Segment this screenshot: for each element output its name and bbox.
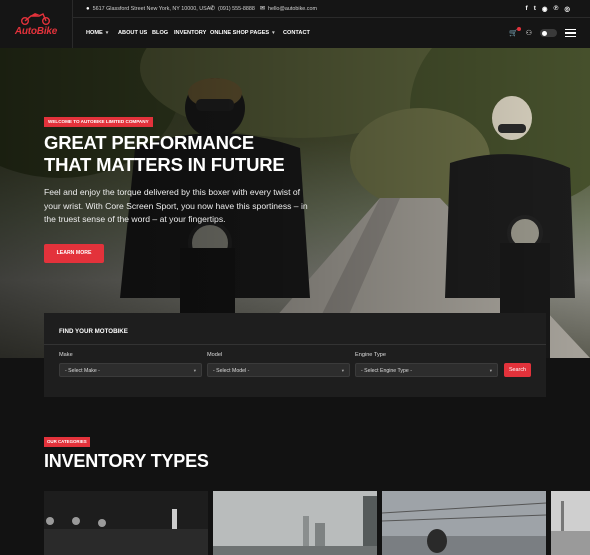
category-image [44, 491, 208, 555]
hero-badge: Welcome to AutoBike Limited Company [44, 117, 153, 127]
cart-badge [516, 27, 521, 31]
search-button[interactable]: Search [504, 363, 531, 377]
nav-label: Contact [283, 30, 310, 36]
engine-type-select-value: - Select Engine Type - [361, 368, 412, 374]
hero-title: Great Performance That Matters in Future [44, 132, 285, 175]
main-nav: Home ▾ About Us Blog Inventory Online Sh… [72, 18, 590, 48]
nav-item-about-us[interactable]: About Us [118, 18, 147, 48]
phone-info[interactable]: ✆ (091) 555-8888 [210, 0, 255, 17]
toggle-knob [542, 30, 547, 36]
chevron-down-icon: ▾ [341, 368, 344, 373]
nav-item-home[interactable]: Home ▾ [86, 18, 108, 48]
category-card[interactable] [551, 491, 590, 555]
motorbike-logo-icon [20, 13, 51, 25]
category-card[interactable] [213, 491, 377, 555]
make-select-value: - Select Make - [65, 368, 100, 374]
email-text: hello@autobike.com [268, 5, 317, 12]
engine-type-label: Engine Type [355, 352, 386, 358]
facebook-icon[interactable]: f [526, 5, 528, 12]
pinterest-icon[interactable]: ℗ [554, 5, 559, 12]
learn-more-button[interactable]: Learn More [44, 244, 104, 263]
nav-item-contact[interactable]: Contact [283, 18, 310, 48]
category-image [213, 491, 377, 555]
category-card[interactable] [44, 491, 208, 555]
chevron-down-icon: ▾ [489, 368, 492, 373]
categories-title: Inventory Types [44, 451, 209, 471]
top-info-bar: ● 5617 Glassford Street New York, NY 100… [72, 0, 590, 18]
nav-tools: 🛒 ⚇ [509, 18, 576, 48]
github-icon[interactable]: ◉ [542, 5, 548, 13]
category-image [551, 491, 590, 555]
chevron-down-icon: ▾ [105, 30, 109, 36]
theme-toggle[interactable] [540, 29, 557, 37]
nav-label: Online Shop [210, 30, 249, 36]
site-header: AutoBike ● 5617 Glassford Street New Yor… [0, 0, 590, 48]
nav-item-pages[interactable]: Pages ▾ [250, 18, 275, 48]
search-panel-title: Find Your Motobike [59, 328, 128, 335]
email-info[interactable]: ✉ hello@autobike.com [260, 0, 317, 17]
make-label: Make [59, 352, 73, 358]
nav-label: Blog [152, 30, 169, 36]
nav-label: About Us [118, 30, 148, 36]
hero-section: Welcome to AutoBike Limited Company Grea… [0, 48, 590, 358]
model-label: Model [207, 352, 223, 358]
nav-label: Inventory [174, 30, 207, 36]
nav-label: Pages [250, 30, 270, 36]
address-info: ● 5617 Glassford Street New York, NY 100… [86, 0, 210, 17]
model-select[interactable]: - Select Model - ▾ [207, 363, 350, 377]
divider [44, 344, 546, 345]
categories-badge: Our Categories [44, 437, 90, 447]
address-text: 5617 Glassford Street New York, NY 10000… [92, 5, 211, 12]
phone-icon: ✆ [210, 6, 216, 12]
engine-type-select[interactable]: - Select Engine Type - ▾ [355, 363, 498, 377]
make-select[interactable]: - Select Make - ▾ [59, 363, 202, 377]
phone-text: (091) 555-8888 [218, 5, 255, 12]
user-icon[interactable]: ⚇ [526, 29, 532, 37]
logo-text: AutoBike [14, 26, 58, 37]
nav-label: Home [86, 30, 103, 36]
motobike-search-panel: Find Your Motobike Make - Select Make - … [44, 313, 546, 397]
site-logo[interactable]: AutoBike [0, 0, 73, 48]
category-card[interactable] [382, 491, 546, 555]
nav-item-online-shop[interactable]: Online Shop [210, 18, 249, 48]
hamburger-menu-icon[interactable] [565, 29, 576, 37]
category-image [382, 491, 546, 555]
instagram-icon[interactable]: ◎ [564, 5, 570, 13]
model-select-value: - Select Model - [213, 368, 250, 374]
nav-item-blog[interactable]: Blog [152, 18, 168, 48]
cart-icon[interactable]: 🛒 [509, 27, 521, 37]
chevron-down-icon: ▾ [193, 368, 196, 373]
email-icon: ✉ [260, 6, 266, 12]
nav-item-inventory[interactable]: Inventory [174, 18, 206, 48]
social-links: f t ◉ ℗ ◎ [526, 0, 570, 17]
chevron-down-icon: ▾ [272, 30, 275, 36]
twitter-icon[interactable]: t [534, 5, 536, 12]
location-pin-icon: ● [86, 5, 90, 12]
hero-description: Feel and enjoy the torque delivered by t… [44, 187, 308, 224]
